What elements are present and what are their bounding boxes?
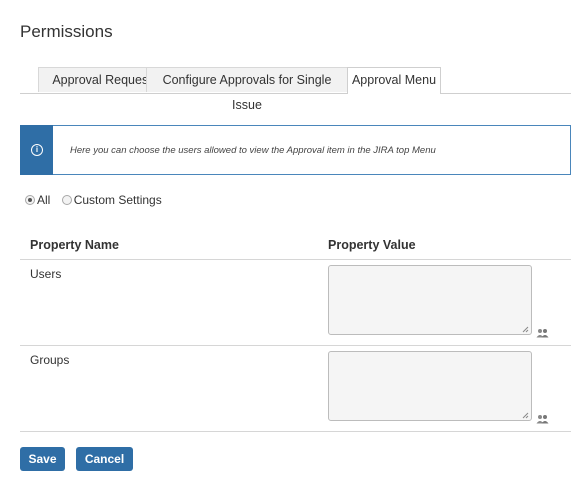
header-property-value: Property Value	[328, 238, 416, 252]
info-icon-column: i	[20, 125, 53, 175]
resize-grip-icon[interactable]	[522, 326, 529, 333]
info-message: i Here you can choose the users allowed …	[20, 125, 571, 175]
cancel-button[interactable]: Cancel	[76, 447, 133, 471]
row-label-groups: Groups	[30, 353, 70, 367]
row-label-users: Users	[30, 267, 62, 281]
info-message-text: Here you can choose the users allowed to…	[70, 145, 436, 156]
page-title: Permissions	[20, 22, 113, 41]
tab-configure-approvals-single-issue[interactable]: Configure Approvals for Single Issue	[146, 67, 348, 112]
header-property-name: Property Name	[30, 238, 119, 252]
groups-picker-icon[interactable]	[536, 414, 549, 424]
table-bottom-divider	[20, 431, 571, 432]
groups-textarea[interactable]	[328, 351, 532, 421]
tab-bar: Approval Request Configure Approvals for…	[20, 67, 571, 112]
table-row-divider	[20, 345, 571, 346]
visibility-radio-group: All Custom Settings	[25, 193, 170, 207]
radio-all-label[interactable]: All	[37, 193, 50, 207]
users-picker-icon[interactable]	[536, 328, 549, 338]
table-header-divider	[20, 259, 571, 260]
resize-grip-icon[interactable]	[522, 412, 529, 419]
radio-custom-settings[interactable]	[61, 195, 72, 205]
info-icon: i	[31, 144, 43, 156]
radio-all[interactable]	[25, 195, 35, 205]
users-textarea[interactable]	[328, 265, 532, 335]
radio-custom-settings-label[interactable]: Custom Settings	[74, 193, 162, 207]
save-button[interactable]: Save	[20, 447, 65, 471]
tab-approval-menu[interactable]: Approval Menu	[347, 67, 441, 94]
